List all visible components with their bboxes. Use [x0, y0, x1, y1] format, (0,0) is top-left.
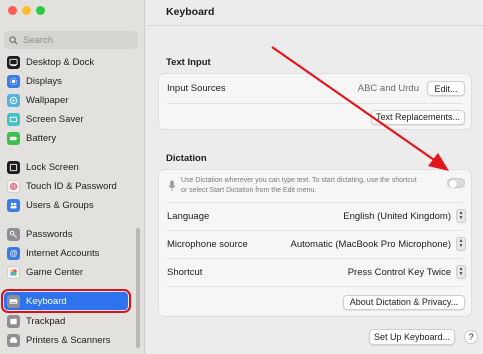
- page-title: Keyboard: [166, 6, 215, 18]
- input-sources-row: Input Sources ABC and Urdu Edit...: [159, 74, 471, 103]
- input-sources-label: Input Sources: [167, 83, 226, 94]
- sidebar-item-label: Desktop & Dock: [26, 56, 95, 68]
- battery-icon: [7, 131, 20, 145]
- edit-input-sources-button[interactable]: Edit...: [427, 81, 465, 96]
- search-input[interactable]: [23, 34, 123, 46]
- shortcut-popup-arrows-icon[interactable]: ▲ ▼: [456, 265, 466, 279]
- text-replacements-button[interactable]: Text Replacements...: [371, 109, 465, 125]
- text-input-heading: Text Input: [166, 57, 211, 68]
- language-row: Language English (United Kingdom) ▲ ▼: [159, 202, 471, 230]
- help-button[interactable]: ?: [464, 330, 478, 344]
- sidebar-item-label: Keyboard: [26, 295, 67, 307]
- sidebar-item-wallpaper[interactable]: Wallpaper: [4, 91, 128, 109]
- minimize-window-button[interactable]: [22, 6, 31, 15]
- sidebar: Desktop & Dock Displays Wallpaper Screen…: [0, 0, 145, 354]
- sidebar-item-label: Battery: [26, 132, 57, 144]
- sidebar-item-game-center[interactable]: Game Center: [4, 263, 128, 281]
- about-dictation-privacy-button[interactable]: About Dictation & Privacy...: [343, 294, 465, 310]
- sidebar-item-label: Touch ID & Password: [26, 180, 117, 192]
- microphone-popup-arrows-icon[interactable]: ▲ ▼: [456, 237, 466, 251]
- fingerprint-icon: [7, 179, 20, 193]
- trackpad-icon: [7, 314, 20, 328]
- sidebar-item-passwords[interactable]: Passwords: [4, 225, 128, 243]
- at-icon: @: [7, 246, 20, 260]
- title-bar: Keyboard: [146, 0, 483, 26]
- dictation-heading: Dictation: [166, 153, 207, 164]
- dock-icon: [7, 55, 20, 69]
- privacy-row: About Dictation & Privacy...: [159, 286, 471, 318]
- shortcut-label: Shortcut: [167, 266, 203, 278]
- language-label: Language: [167, 210, 210, 222]
- close-window-button[interactable]: [8, 6, 17, 15]
- window-controls: [8, 6, 45, 15]
- wallpaper-icon: [7, 93, 20, 107]
- dictation-description-line2: or select Start Dictation from the Edit …: [181, 187, 317, 194]
- sidebar-scrollbar[interactable]: [136, 228, 140, 348]
- dictation-toggle-row: Use Dictation wherever you can type text…: [159, 170, 471, 202]
- language-popup-arrows-icon[interactable]: ▲ ▼: [456, 209, 466, 223]
- display-icon: [7, 74, 20, 88]
- sidebar-item-label: Game Center: [26, 266, 84, 278]
- sidebar-item-battery[interactable]: Battery: [4, 129, 128, 147]
- microphone-icon: [168, 180, 176, 191]
- sidebar-item-label: Passwords: [26, 228, 73, 240]
- sidebar-item-label: Wallpaper: [26, 94, 69, 106]
- printer-icon: [7, 333, 20, 347]
- zoom-window-button[interactable]: [36, 6, 45, 15]
- search-field[interactable]: [4, 31, 138, 49]
- sidebar-item-internet-accounts[interactable]: @ Internet Accounts: [4, 244, 128, 262]
- users-icon: [7, 198, 20, 212]
- language-select[interactable]: English (United Kingdom): [343, 211, 451, 222]
- sidebar-item-lock-screen[interactable]: Lock Screen: [4, 158, 128, 176]
- sidebar-item-label: Users & Groups: [26, 199, 94, 211]
- main-pane: Keyboard Text Input Input Sources ABC an…: [146, 0, 483, 354]
- sidebar-item-touch-id[interactable]: Touch ID & Password: [4, 177, 128, 195]
- text-replacements-row: Text Replacements...: [159, 103, 471, 131]
- dictation-description: Use Dictation wherever you can type text…: [181, 176, 441, 196]
- dictation-toggle[interactable]: [447, 178, 465, 188]
- microphone-source-label: Microphone source: [167, 238, 248, 250]
- game-center-icon: [7, 265, 20, 279]
- microphone-source-row: Microphone source Automatic (MacBook Pro…: [159, 230, 471, 258]
- sidebar-item-label: Lock Screen: [26, 161, 79, 173]
- text-input-group: Input Sources ABC and Urdu Edit... Text …: [158, 73, 472, 130]
- microphone-source-select[interactable]: Automatic (MacBook Pro Microphone): [290, 239, 451, 250]
- shortcut-row: Shortcut Press Control Key Twice ▲ ▼: [159, 258, 471, 286]
- sidebar-item-label: Printers & Scanners: [26, 334, 111, 346]
- sidebar-item-label: Screen Saver: [26, 113, 84, 125]
- lock-icon: [7, 160, 20, 174]
- sidebar-item-displays[interactable]: Displays: [4, 72, 128, 90]
- keyboard-icon: [7, 294, 20, 308]
- sidebar-item-keyboard[interactable]: Keyboard: [1, 289, 131, 313]
- sidebar-item-desktop-dock[interactable]: Desktop & Dock: [4, 53, 128, 71]
- key-icon: [7, 227, 20, 241]
- dictation-description-line1: Use Dictation wherever you can type text…: [181, 177, 417, 184]
- screen-saver-icon: [7, 112, 20, 126]
- sidebar-item-printers-scanners[interactable]: Printers & Scanners: [4, 331, 128, 349]
- sidebar-item-label: Internet Accounts: [26, 247, 100, 259]
- search-icon: [9, 35, 18, 45]
- dictation-group: Use Dictation wherever you can type text…: [158, 169, 472, 317]
- sidebar-item-trackpad[interactable]: Trackpad: [4, 312, 128, 330]
- sidebar-item-users-groups[interactable]: Users & Groups: [4, 196, 128, 214]
- shortcut-select[interactable]: Press Control Key Twice: [348, 267, 451, 278]
- sidebar-item-label: Trackpad: [26, 315, 66, 327]
- sidebar-item-label: Displays: [26, 75, 62, 87]
- input-sources-value: ABC and Urdu: [357, 83, 419, 94]
- set-up-keyboard-button[interactable]: Set Up Keyboard...: [369, 329, 455, 345]
- sidebar-item-screen-saver[interactable]: Screen Saver: [4, 110, 128, 128]
